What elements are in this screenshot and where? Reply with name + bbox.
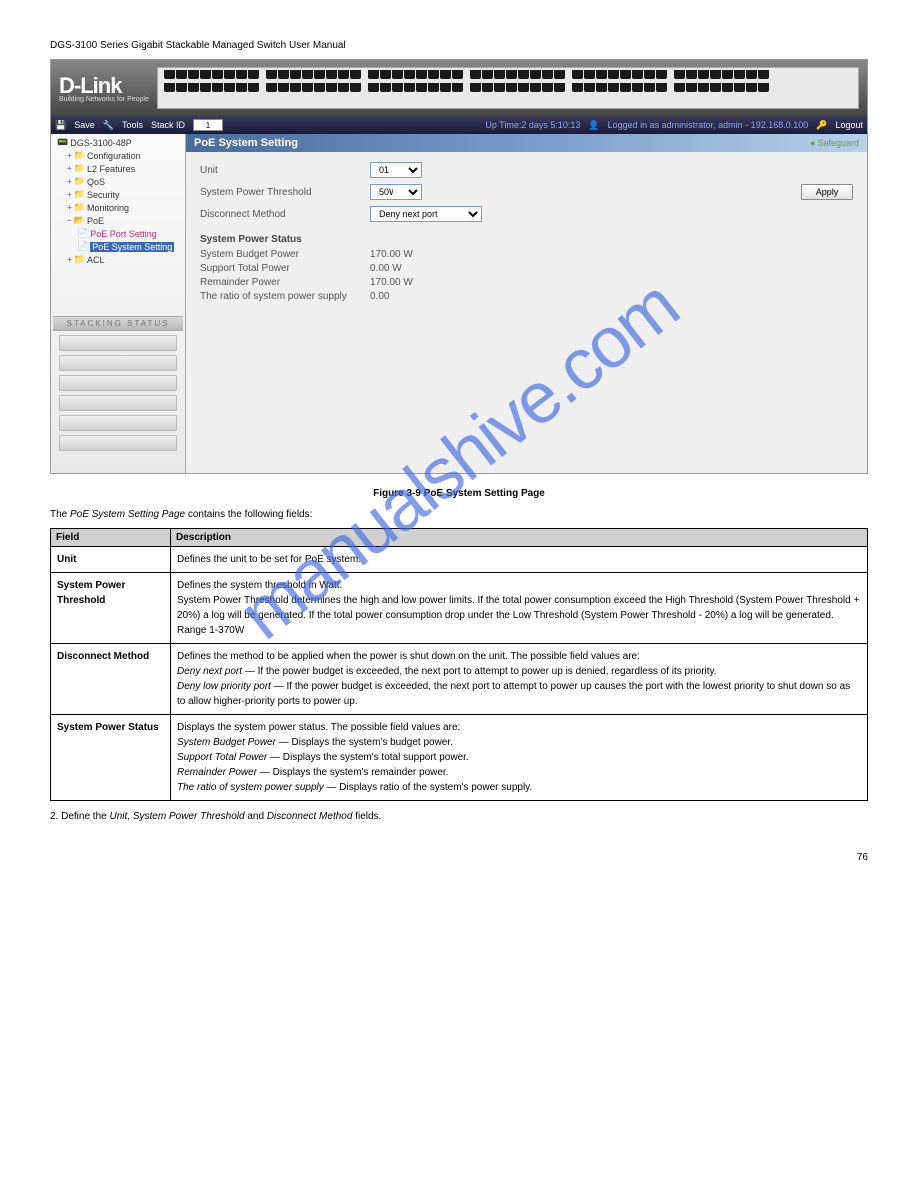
device-banner: D-Link Building Networks for People (51, 60, 867, 116)
folder-icon: 📁 (74, 254, 85, 265)
th-field: Field (51, 529, 171, 547)
save-icon: 💾 (55, 120, 66, 131)
status-ratio-value: 0.00 (370, 291, 389, 302)
folder-icon: 📁 (74, 176, 85, 187)
main-panel: PoE System Setting Safeguard Unit 01 Sys… (186, 134, 867, 474)
logout-icon: 🔑 (816, 120, 827, 131)
doc-header: DGS-3100 Series Gigabit Stackable Manage… (50, 40, 868, 51)
tree-poe[interactable]: −📂PoE (53, 214, 183, 227)
table-row: Disconnect MethodDefines the method to b… (51, 644, 868, 715)
footer-step: 2. Define the Unit, System Power Thresho… (50, 811, 868, 822)
apply-button[interactable]: Apply (801, 184, 853, 200)
page-intro: The PoE System Setting Page contains the… (50, 509, 868, 520)
folder-icon: 📂 (74, 215, 85, 226)
field-disconnect: Disconnect Method (51, 644, 171, 715)
safeguard-badge: Safeguard (810, 138, 859, 148)
stack-unit-4[interactable] (59, 395, 177, 411)
tools-icon: 🔧 (103, 120, 114, 131)
tree-monitoring[interactable]: +📁Monitoring (53, 201, 183, 214)
panel-header: PoE System Setting Safeguard (186, 134, 867, 152)
stack-unit-2[interactable] (59, 355, 177, 371)
login-info: Logged in as administrator, admin - 192.… (608, 120, 809, 130)
page-icon: 📄 (77, 241, 88, 252)
folder-icon: 📁 (74, 189, 85, 200)
table-row: System Power StatusDisplays the system p… (51, 715, 868, 801)
tree-poe-port-setting[interactable]: 📄PoE Port Setting (53, 227, 183, 240)
stack-id-input[interactable] (193, 119, 223, 131)
switch-graphic (157, 67, 859, 109)
device-icon: 📟 (57, 137, 68, 148)
screenshot-container: D-Link Building Networks for People (50, 59, 868, 474)
uptime-text: Up Time:2 days 5:10:13 (485, 120, 580, 130)
folder-icon: 📁 (74, 150, 85, 161)
tree-acl[interactable]: +📁ACL (53, 253, 183, 266)
logo-subtitle: Building Networks for People (59, 96, 149, 103)
folder-icon: 📁 (74, 202, 85, 213)
status-support-label: Support Total Power (200, 263, 370, 274)
tools-menu[interactable]: Tools (122, 120, 143, 130)
stack-unit-6[interactable] (59, 435, 177, 451)
unit-label: Unit (200, 165, 360, 176)
status-header: System Power Status (200, 234, 853, 245)
logo-block: D-Link Building Networks for People (59, 73, 149, 103)
desc-threshold: Defines the system threshold in Watt.Sys… (171, 573, 868, 644)
tree-configuration[interactable]: +📁Configuration (53, 149, 183, 162)
status-ratio-label: The ratio of system power supply (200, 291, 370, 302)
nav-sidebar: 📟DGS-3100-48P +📁Configuration +📁L2 Featu… (51, 134, 186, 474)
th-description: Description (171, 529, 868, 547)
tree-qos[interactable]: +📁QoS (53, 175, 183, 188)
tree-root[interactable]: 📟DGS-3100-48P (53, 136, 183, 149)
status-budget-label: System Budget Power (200, 249, 370, 260)
table-row: System Power ThresholdDefines the system… (51, 573, 868, 644)
figure-caption: Figure 3-9 PoE System Setting Page (50, 488, 868, 499)
stack-id-label: Stack ID (151, 120, 185, 130)
field-description-table: FieldDescription UnitDefines the unit to… (50, 528, 868, 801)
toolbar: 💾 Save 🔧 Tools Stack ID Up Time:2 days 5… (51, 116, 867, 134)
save-button[interactable]: Save (74, 120, 95, 130)
desc-status: Displays the system power status. The po… (171, 715, 868, 801)
stack-unit-3[interactable] (59, 375, 177, 391)
page-number: 76 (50, 852, 868, 863)
status-budget-value: 170.00 W (370, 249, 413, 260)
page-icon: 📄 (77, 228, 88, 239)
disconnect-label: Disconnect Method (200, 209, 360, 220)
desc-unit: Defines the unit to be set for PoE syste… (171, 547, 868, 573)
threshold-label: System Power Threshold (200, 187, 360, 198)
folder-icon: 📁 (74, 163, 85, 174)
tree-l2features[interactable]: +📁L2 Features (53, 162, 183, 175)
user-icon: 👤 (588, 120, 599, 131)
status-remainder-value: 170.00 W (370, 277, 413, 288)
stack-unit-1[interactable] (59, 335, 177, 351)
tree-security[interactable]: +📁Security (53, 188, 183, 201)
panel-title: PoE System Setting (194, 137, 298, 149)
tree-poe-system-setting[interactable]: 📄PoE System Setting (53, 240, 183, 253)
desc-disconnect: Defines the method to be applied when th… (171, 644, 868, 715)
field-status: System Power Status (51, 715, 171, 801)
stack-unit-5[interactable] (59, 415, 177, 431)
status-support-value: 0.00 W (370, 263, 402, 274)
status-remainder-label: Remainder Power (200, 277, 370, 288)
logout-button[interactable]: Logout (835, 120, 863, 130)
threshold-select[interactable]: 50W (370, 184, 422, 200)
field-threshold: System Power Threshold (51, 573, 171, 644)
unit-select[interactable]: 01 (370, 162, 422, 178)
field-unit: Unit (51, 547, 171, 573)
panel-body: Unit 01 System Power Threshold 50W Disco… (186, 152, 867, 315)
disconnect-select[interactable]: Deny next port (370, 206, 482, 222)
stacking-status-header: STACKING STATUS (53, 316, 183, 331)
table-row: UnitDefines the unit to be set for PoE s… (51, 547, 868, 573)
